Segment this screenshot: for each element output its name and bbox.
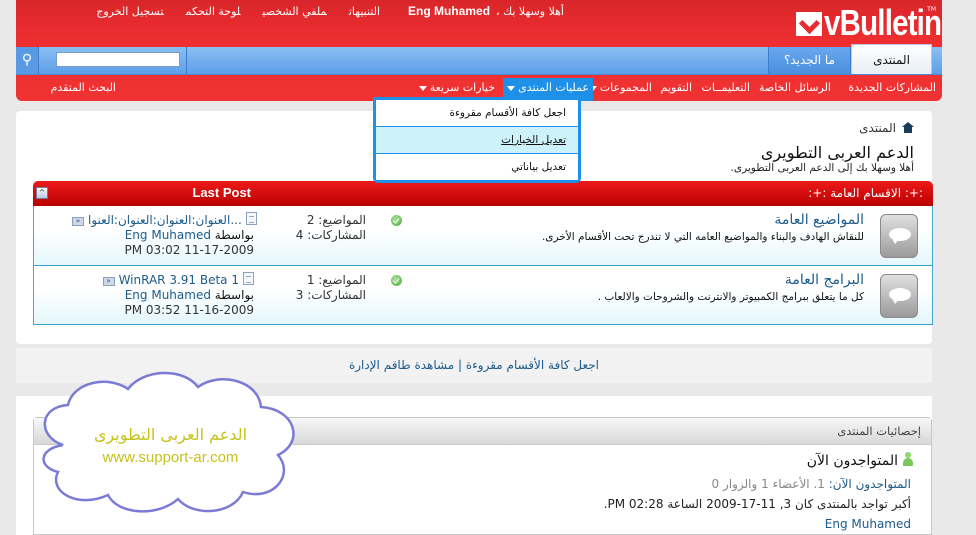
last-post-title-link[interactable]: WinRAR 3.91 Beta 1 [119,273,239,287]
search-container [39,47,187,74]
collapse-button[interactable]: ^ [36,187,48,199]
chevron-down-icon [507,85,516,91]
nav-new-posts[interactable]: المشاركات الجديدة [848,81,936,94]
search-input[interactable] [56,52,180,67]
last-post-info: » العنوان:العنوان:العنوان:العنوا... Eng M… [72,212,257,258]
last-post-time: PM 03:02 11-17-2009 [124,243,254,257]
category-header: :+: الاقسام العامة :+: Last Post ^ [33,181,933,206]
navbar: ⚲ ما الجديد؟ المنتدى [16,44,942,75]
last-post-user-link[interactable]: Eng Muhamed [125,288,211,302]
document-icon [243,272,254,285]
site-header: vBulletin TM أهلا وسهلا بك ، Eng Muhamed ا… [16,0,942,101]
thread-count: المواضيع: 1 [306,273,366,287]
nav-forum-actions-label: عمليات المنتدى [518,81,589,94]
goto-last-post-icon[interactable]: » [72,217,84,226]
home-icon[interactable] [902,122,914,133]
document-icon [245,212,257,225]
separator: | [457,358,463,372]
online-count-link[interactable]: المتواجدون الآن: [829,477,911,491]
category-title[interactable]: :+: الاقسام العامة :+: [808,186,923,200]
forum-description: للنقاش الهادف والبناء والمواضيع العامه ا… [541,231,864,243]
last-post-title-link[interactable]: العنوان:العنوان:العنوان:العنوا... [88,213,242,227]
last-post-user-link[interactable]: Eng Muhamed [125,228,211,242]
user-icon [903,452,913,466]
forum-name-link[interactable]: المواضيع العامة [774,212,864,228]
forum-name-link[interactable]: البرامج العامة [785,272,864,288]
logo-check-icon [796,12,822,36]
nav-quick-links[interactable]: خيارات سريعة [418,81,495,94]
by-label: بواسطة [214,228,254,242]
online-count: المتواجدون الآن: 1. الأعضاء 1 والزوار 0 [712,477,911,491]
online-users-title: المتواجدون الآن [807,452,913,469]
most-online-record: أكبر تواجد بالمنتدى كان 3, 11-17-2009 ال… [603,497,911,511]
page-description: أهلا وسهلا بك إلى الدعم العربى التطويرى. [730,162,914,174]
watermark-cloud: الدعم العربى التطويرى www.support-ar.com [33,367,308,517]
forum-description: كل ما يتعلق ببرامج الكمبيوتر والانترنت و… [597,291,864,303]
page-title: الدعم العربى التطويرى [760,143,914,162]
watermark-url: www.support-ar.com [102,449,239,466]
forum-stats: المواضيع: 2 المشاركات: 4 [286,213,366,243]
post-count: المشاركات: 4 [295,228,366,242]
nav-advanced-search[interactable]: البحث المتقدم [51,81,116,94]
online-user-link[interactable]: Eng Muhamed [825,517,911,531]
last-post-time: PM 03:52 11-16-2009 [124,303,254,317]
nav-groups-label: المجموعات [599,81,652,94]
nav-groups[interactable]: المجموعات [588,81,652,94]
forum-stats: المواضيع: 1 المشاركات: 3 [286,273,366,303]
forum-speech-bubble-icon [880,274,918,318]
nav-quick-links-label: خيارات سريعة [429,81,495,94]
forum-actions-dropdown: اجعل كافة الأقسام مقروءة تعديل الخيارات … [373,97,581,183]
last-post-header: Last Post [192,185,251,200]
mark-all-read-link[interactable]: اجعل كافة الأقسام مقروءة [466,358,599,372]
chevron-down-icon [418,85,427,91]
forum-row: البرامج العامة كل ما يتعلق ببرامج الكمبي… [33,266,933,325]
search-button[interactable]: ⚲ [16,47,39,74]
goto-last-post-icon[interactable]: » [102,277,115,286]
view-staff-link[interactable]: مشاهدة طاقم الإدارة [349,358,454,372]
online-count-detail: 1. الأعضاء 1 والزوار 0 [711,477,829,491]
dropdown-edit-options[interactable]: تعديل الخيارات [376,127,578,154]
dropdown-edit-profile[interactable]: تعديل بياناتي [376,154,578,181]
username-link[interactable]: Eng Muhamed [408,4,490,18]
tab-forum[interactable]: المنتدى [851,44,932,74]
logo-tm: TM [927,6,936,13]
watermark-title: الدعم العربى التطويرى [93,425,248,444]
usercp-link[interactable]: لوحة التحكم [186,5,241,18]
last-post-info: » WinRAR 3.91 Beta 1 Eng Muhamed بواسطة P… [72,272,254,318]
profile-link[interactable]: ملفي الشخصي [262,5,326,18]
vbulletin-logo[interactable]: vBulletin TM [796,2,942,43]
forum-category-table: :+: الاقسام العامة :+: Last Post ^ الموا… [33,181,933,325]
notifications-link[interactable]: التنبيهات [349,5,380,18]
post-count: المشاركات: 3 [295,288,366,302]
nav-calendar[interactable]: التقويم [661,81,692,94]
nav-faq[interactable]: التعليمــات [701,81,750,94]
welcome-text: أهلا وسهلا بك ، [496,5,564,18]
tab-whats-new[interactable]: ما الجديد؟ [768,47,851,74]
forum-speech-bubble-icon [880,214,918,258]
logo-text: vBulletin [824,2,942,43]
nav-private-messages[interactable]: الرسائل الخاصة [759,81,831,94]
chevron-up-icon: ^ [38,188,46,197]
dropdown-mark-read[interactable]: اجعل كافة الأقسام مقروءة [376,100,578,127]
thread-count: المواضيع: 2 [306,213,366,227]
breadcrumb-home[interactable]: المنتدى [859,121,896,135]
search-icon: ⚲ [21,52,33,68]
forum-row: المواضيع العامة للنقاش الهادف والبناء وا… [33,206,933,266]
user-links: أهلا وسهلا بك ، Eng Muhamed التنبيهات ملفي … [74,4,564,18]
forum-read-status-icon [391,275,402,286]
forum-read-status-icon [391,215,402,226]
online-users-title-text: المتواجدون الآن [806,453,898,469]
breadcrumb: المنتدى [859,121,914,135]
logout-link[interactable]: تسجيل الخروج [96,5,163,18]
by-label: بواسطة [214,288,254,302]
